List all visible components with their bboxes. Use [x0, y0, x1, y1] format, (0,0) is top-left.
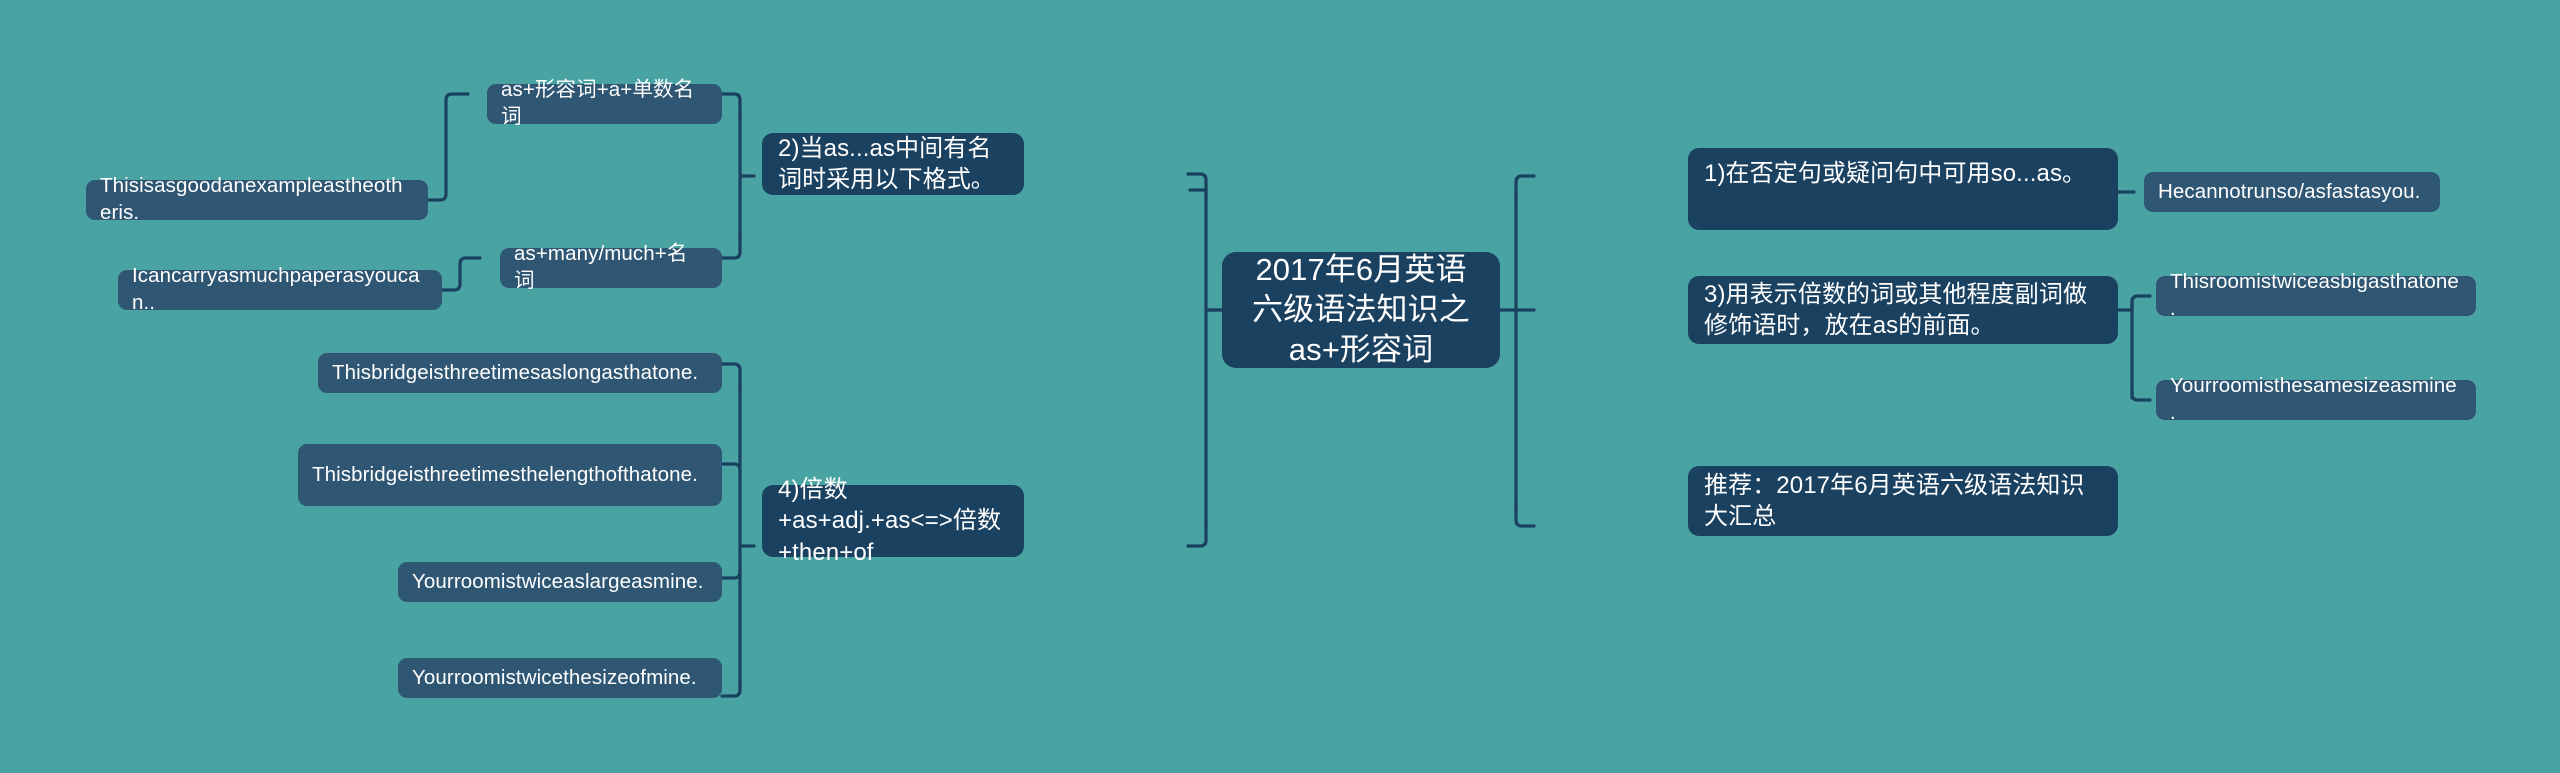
branch-node-1[interactable]: 1)在否定句或疑问句中可用so...as。: [1688, 148, 2118, 230]
sub-node-as-many-much-noun[interactable]: as+many/much+名词: [500, 242, 722, 292]
leaf-node-your-room-same-size-as-mine[interactable]: Yourroomisthesamesizeasmine.: [2156, 374, 2476, 424]
leaf-node-bridge-three-times-the-length-label: Thisbridgeisthreetimesthelengthofthatone…: [312, 462, 698, 486]
leaf-node-bridge-three-times-as-long[interactable]: Thisbridgeisthreetimesaslongasthatone.: [318, 353, 722, 393]
connector-to-leaf-room-twice-big: [2130, 294, 2152, 312]
connector-to-leaf-bridge-length: [720, 462, 742, 478]
root-node[interactable]: 2017年6月英语六级语法知识之as+形容词: [1222, 252, 1500, 368]
sub-node-as-adjective-a-singular-noun[interactable]: as+形容词+a+单数名词: [487, 78, 722, 128]
leaf-node-your-room-same-size-as-mine-label: Yourroomisthesamesizeasmine.: [2170, 374, 2457, 424]
mindmap-canvas: 2017年6月英语六级语法知识之as+形容词 2)当as...as中间有名词时采…: [0, 0, 2560, 773]
connector-to-leaf-room-size: [720, 678, 742, 698]
sub-node-as-adjective-a-singular-noun-label: as+形容词+a+单数名词: [501, 78, 695, 128]
root-node-label: 2017年6月英语六级语法知识之as+形容词: [1252, 251, 1470, 368]
branch-node-4-label: 4)倍数+as+adj.+as<=>倍数+then+of: [778, 476, 1002, 566]
branch-node-2-label: 2)当as...as中间有名词时采用以下格式。: [778, 134, 995, 193]
connector-left-branch2-elbow: [1186, 172, 1208, 202]
connector-right-branch1-elbow: [1514, 174, 1536, 204]
leaf-node-he-cannot-run-so-as-fast[interactable]: Hecannotrunso/asfastasyou.: [2144, 172, 2440, 212]
connector-to-leaf-room-large: [720, 564, 742, 580]
leaf-node-your-room-twice-as-large[interactable]: Yourroomistwiceaslargeasmine.: [398, 562, 722, 602]
branch-node-3-label: 3)用表示倍数的词或其他程度副词做修饰语时，放在as的前面。: [1704, 280, 2088, 339]
branch-node-2[interactable]: 2)当as...as中间有名词时采用以下格式。: [762, 133, 1024, 195]
leaf-node-this-is-as-good-an-example-label: Thisisasgoodanexampleastheotheris.: [100, 174, 403, 224]
leaf-node-your-room-twice-as-large-label: Yourroomistwiceaslargeasmine.: [412, 569, 704, 593]
connector-to-as-adj-a-noun: [720, 92, 742, 122]
connector-to-leaf-room-same-size: [2130, 386, 2152, 402]
leaf-node-bridge-three-times-the-length[interactable]: Thisbridgeisthreetimesthelengthofthatone…: [298, 444, 722, 506]
leaf-node-your-room-twice-the-size-label: Yourroomistwicethesizeofmine.: [412, 665, 697, 689]
branch-node-recommendation-label: 推荐：2017年6月英语六级语法知识大汇总: [1704, 471, 2085, 530]
branch-node-4[interactable]: 4)倍数+as+adj.+as<=>倍数+then+of: [762, 476, 1024, 566]
leaf-node-i-can-carry-as-much-paper-label: Icancarryasmuchpaperasyoucan..: [132, 264, 420, 314]
connector-right-branch5-elbow: [1514, 498, 1536, 528]
branch-node-1-label: 1)在否定句或疑问句中可用so...as。: [1704, 160, 2087, 187]
connector-to-leaf-good-example: [426, 92, 470, 202]
leaf-node-this-room-twice-as-big[interactable]: Thisroomistwiceasbigasthatone.: [2156, 270, 2476, 320]
leaf-node-bridge-three-times-as-long-label: Thisbridgeisthreetimesaslongasthatone.: [332, 360, 699, 384]
leaf-node-this-is-as-good-an-example[interactable]: Thisisasgoodanexampleastheotheris.: [86, 174, 428, 224]
branch-node-3[interactable]: 3)用表示倍数的词或其他程度副词做修饰语时，放在as的前面。: [1688, 276, 2118, 344]
connector-left-branch4-elbow: [1186, 518, 1208, 548]
leaf-node-i-can-carry-as-much-paper[interactable]: Icancarryasmuchpaperasyoucan..: [118, 264, 442, 314]
connector-to-leaf-bridge-long: [720, 362, 742, 392]
sub-node-as-many-much-noun-label: as+many/much+名词: [514, 242, 688, 292]
leaf-node-your-room-twice-the-size[interactable]: Yourroomistwicethesizeofmine.: [398, 658, 722, 698]
connector-to-leaf-carry-paper: [440, 256, 482, 292]
connector-to-as-many-much-noun: [720, 230, 742, 260]
leaf-node-he-cannot-run-so-as-fast-label: Hecannotrunso/asfastasyou.: [2158, 179, 2421, 203]
branch-node-recommendation[interactable]: 推荐：2017年6月英语六级语法知识大汇总: [1688, 466, 2118, 536]
leaf-node-this-room-twice-as-big-label: Thisroomistwiceasbigasthatone.: [2170, 270, 2459, 320]
